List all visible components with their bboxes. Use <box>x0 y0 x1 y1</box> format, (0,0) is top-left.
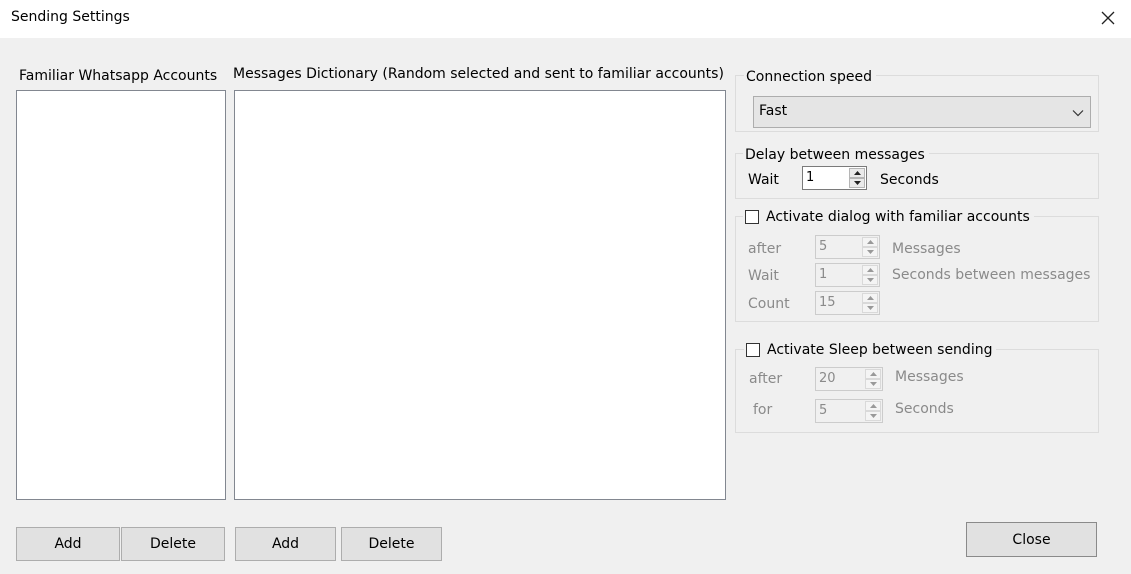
sleep-for-label: for <box>753 402 773 418</box>
dialog-after-value: 5 <box>819 239 828 254</box>
spin-down-icon[interactable] <box>862 303 878 313</box>
dialog-wait-label: Wait <box>748 268 779 284</box>
spin-down-icon[interactable] <box>865 411 881 421</box>
connection-speed-label: Connection speed <box>744 68 876 86</box>
messages-label: Messages Dictionary (Random selected and… <box>233 66 724 82</box>
dialog-wait-unit: Seconds between messages <box>892 267 1091 283</box>
spin-down-icon[interactable] <box>862 275 878 285</box>
dialog-count-label: Count <box>748 296 790 312</box>
spin-up-icon[interactable] <box>862 265 878 275</box>
sleep-after-unit: Messages <box>895 369 964 385</box>
activate-sleep-checkbox[interactable] <box>746 343 760 357</box>
activate-sleep-label: Activate Sleep between sending <box>767 342 993 358</box>
spin-down-icon[interactable] <box>862 247 878 257</box>
activate-dialog-checkbox[interactable] <box>745 210 759 224</box>
delay-label: Delay between messages <box>743 146 929 164</box>
delay-unit-label: Seconds <box>880 172 939 188</box>
chevron-down-icon <box>1072 106 1084 121</box>
spin-up-icon[interactable] <box>862 293 878 303</box>
sleep-after-label: after <box>749 371 783 387</box>
dialog-legend: Activate dialog with familiar accounts <box>743 208 1034 226</box>
close-window-icon[interactable] <box>1096 6 1120 30</box>
delete-message-button[interactable]: Delete <box>341 527 442 561</box>
spin-up-icon[interactable] <box>865 401 881 411</box>
sleep-legend: Activate Sleep between sending <box>744 341 997 359</box>
sleep-for-unit: Seconds <box>895 401 954 417</box>
dialog-wait-stepper[interactable]: 1 <box>815 263 880 287</box>
add-account-button[interactable]: Add <box>16 527 120 561</box>
delete-account-button[interactable]: Delete <box>121 527 225 561</box>
sleep-for-value: 5 <box>819 403 828 418</box>
dialog-count-value: 15 <box>819 295 836 310</box>
spin-up-icon[interactable] <box>849 168 865 178</box>
sleep-group <box>735 349 1099 433</box>
close-button[interactable]: Close <box>966 522 1097 557</box>
spin-down-icon[interactable] <box>865 379 881 389</box>
sleep-after-stepper[interactable]: 20 <box>815 367 883 391</box>
dialog-after-stepper[interactable]: 5 <box>815 235 880 259</box>
add-message-button[interactable]: Add <box>235 527 336 561</box>
accounts-label: Familiar Whatsapp Accounts <box>19 68 218 84</box>
window-title: Sending Settings <box>11 9 130 25</box>
activate-dialog-label: Activate dialog with familiar accounts <box>766 209 1030 225</box>
title-bar: Sending Settings <box>0 0 1131 38</box>
delay-seconds-stepper[interactable]: 1 <box>802 166 867 190</box>
delay-seconds-value: 1 <box>806 170 815 185</box>
sleep-for-stepper[interactable]: 5 <box>815 399 883 423</box>
spin-up-icon[interactable] <box>862 237 878 247</box>
accounts-listbox[interactable] <box>16 90 226 500</box>
dialog-after-label: after <box>748 241 782 257</box>
connection-speed-select[interactable]: Fast <box>753 96 1091 128</box>
delay-wait-label: Wait <box>748 172 779 188</box>
dialog-count-stepper[interactable]: 15 <box>815 291 880 315</box>
dialog-wait-value: 1 <box>819 267 828 282</box>
messages-listbox[interactable] <box>234 90 726 500</box>
spin-down-icon[interactable] <box>849 178 865 188</box>
connection-speed-value: Fast <box>759 103 788 119</box>
sleep-after-value: 20 <box>819 371 836 386</box>
dialog-after-unit: Messages <box>892 241 961 257</box>
spin-up-icon[interactable] <box>865 369 881 379</box>
